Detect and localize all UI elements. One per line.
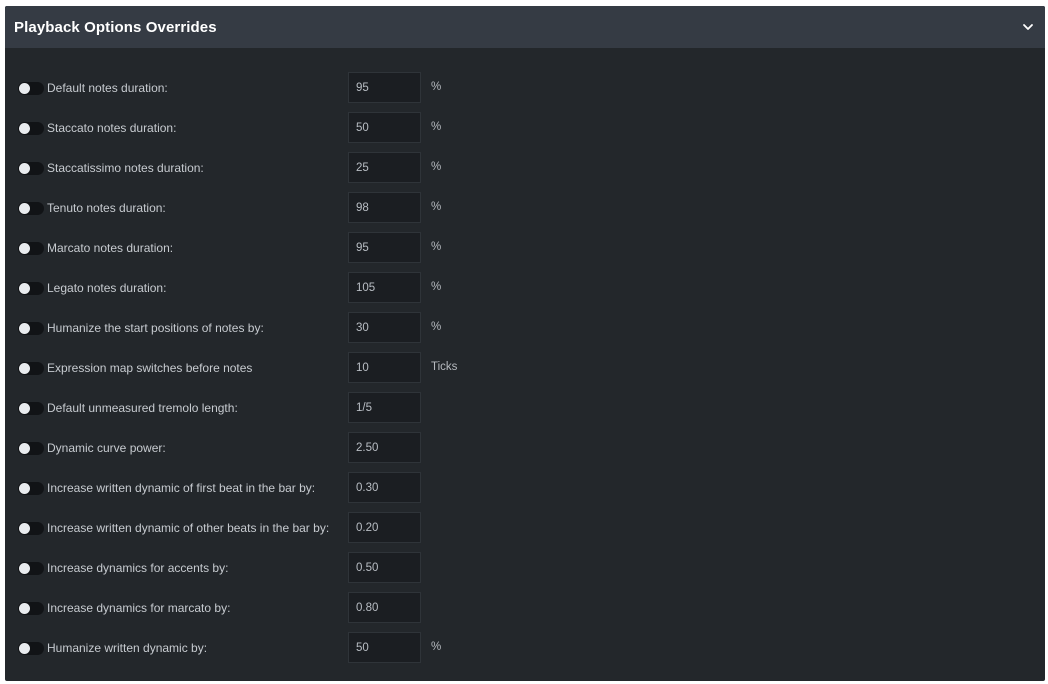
toggle-knob [19,483,30,494]
override-toggle[interactable] [18,82,44,95]
option-value-field[interactable] [348,112,421,143]
chevron-down-icon[interactable] [1021,20,1035,34]
option-row: Increase dynamics for marcato by: [5,589,1045,629]
option-row: Marcato notes duration:% [5,229,1045,269]
option-label: Expression map switches before notes [47,361,253,375]
option-row: Staccato notes duration:% [5,109,1045,149]
option-label: Staccato notes duration: [47,121,177,135]
override-toggle[interactable] [18,322,44,335]
toggle-knob [19,443,30,454]
option-value-field[interactable] [348,392,421,423]
override-toggle[interactable] [18,522,44,535]
option-label: Marcato notes duration: [47,241,174,255]
unit-label: % [431,241,442,253]
panel-title: Playback Options Overrides [14,18,217,36]
option-label: Increase dynamics for marcato by: [47,601,231,615]
option-label: Default notes duration: [47,81,168,95]
unit-label: Ticks [431,361,458,373]
toggle-knob [19,283,30,294]
toggle-knob [19,123,30,134]
playback-options-overrides-panel: Playback Options Overrides Default notes… [5,6,1045,681]
toggle-knob [19,203,30,214]
unit-label: % [431,121,442,133]
toggle-knob [19,603,30,614]
option-row: Increase written dynamic of other beats … [5,509,1045,549]
unit-label: % [431,161,442,173]
unit-label: % [431,201,442,213]
option-row: Dynamic curve power: [5,429,1045,469]
option-value-field[interactable] [348,552,421,583]
override-toggle[interactable] [18,282,44,295]
override-toggle[interactable] [18,642,44,655]
option-row: Legato notes duration:% [5,269,1045,309]
option-label: Dynamic curve power: [47,441,166,455]
option-row: Default notes duration:% [5,69,1045,109]
option-value-field[interactable] [348,272,421,303]
option-value-field[interactable] [348,312,421,343]
options-list: Default notes duration:%Staccato notes d… [5,69,1045,669]
option-row: Increase dynamics for accents by: [5,549,1045,589]
option-label: Increase dynamics for accents by: [47,561,229,575]
option-value-field[interactable] [348,432,421,463]
toggle-knob [19,403,30,414]
toggle-knob [19,363,30,374]
option-value-field[interactable] [348,72,421,103]
override-toggle[interactable] [18,202,44,215]
override-toggle[interactable] [18,242,44,255]
option-value-field[interactable] [348,352,421,383]
toggle-knob [19,83,30,94]
override-toggle[interactable] [18,362,44,375]
option-value-field[interactable] [348,512,421,543]
toggle-knob [19,243,30,254]
option-label: Staccatissimo notes duration: [47,161,204,175]
option-value-field[interactable] [348,472,421,503]
option-value-field[interactable] [348,632,421,663]
option-label: Increase written dynamic of other beats … [47,521,330,535]
option-row: Staccatissimo notes duration:% [5,149,1045,189]
override-toggle[interactable] [18,482,44,495]
option-label: Increase written dynamic of first beat i… [47,481,316,495]
override-toggle[interactable] [18,162,44,175]
option-value-field[interactable] [348,152,421,183]
option-label: Legato notes duration: [47,281,167,295]
option-value-field[interactable] [348,232,421,263]
option-label: Humanize the start positions of notes by… [47,321,264,335]
option-row: Expression map switches before notes Tick… [5,349,1045,389]
override-toggle[interactable] [18,442,44,455]
toggle-knob [19,163,30,174]
override-toggle[interactable] [18,602,44,615]
option-value-field[interactable] [348,192,421,223]
override-toggle[interactable] [18,122,44,135]
option-value-field[interactable] [348,592,421,623]
toggle-knob [19,643,30,654]
option-label: Default unmeasured tremolo length: [47,401,238,415]
option-row: Humanize written dynamic by:% [5,629,1045,669]
toggle-knob [19,523,30,534]
unit-label: % [431,321,442,333]
option-row: Tenuto notes duration:% [5,189,1045,229]
toggle-knob [19,563,30,574]
option-label: Humanize written dynamic by: [47,641,208,655]
unit-label: % [431,281,442,293]
unit-label: % [431,81,442,93]
option-row: Default unmeasured tremolo length: [5,389,1045,429]
option-row: Increase written dynamic of first beat i… [5,469,1045,509]
override-toggle[interactable] [18,402,44,415]
unit-label: % [431,641,442,653]
option-row: Humanize the start positions of notes by… [5,309,1045,349]
option-label: Tenuto notes duration: [47,201,166,215]
override-toggle[interactable] [18,562,44,575]
toggle-knob [19,323,30,334]
panel-header[interactable]: Playback Options Overrides [5,6,1045,48]
